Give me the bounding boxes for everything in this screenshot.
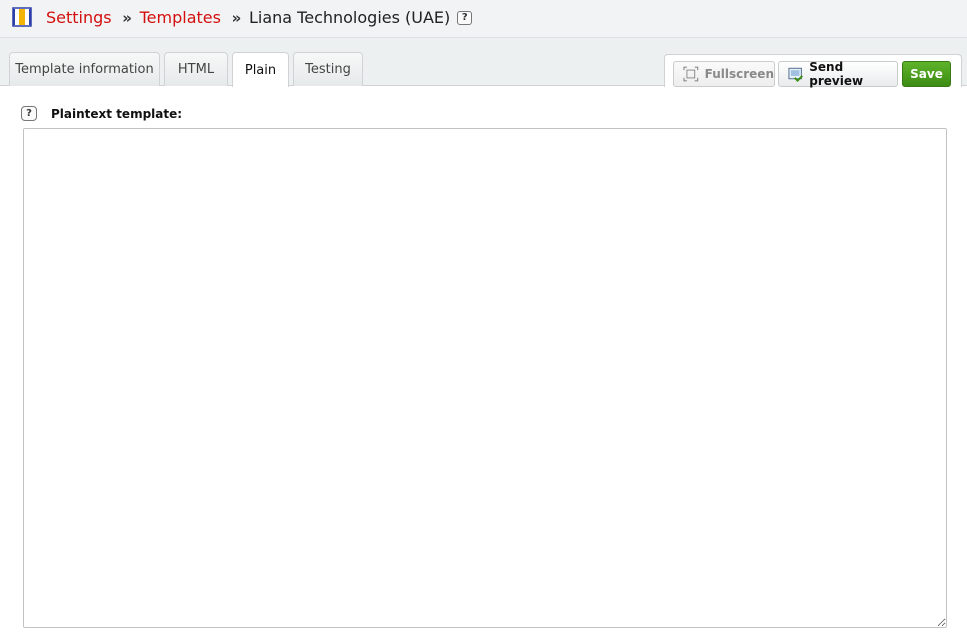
plaintext-field-label: ? Plaintext template: <box>21 106 182 121</box>
plaintext-label: Plaintext template: <box>51 106 183 121</box>
tab-bar: Template information HTML Plain Testing … <box>0 38 967 88</box>
tab-template-information[interactable]: Template information <box>9 52 160 86</box>
fullscreen-label: Fullscreen <box>704 67 774 81</box>
breadcrumb-templates-link[interactable]: Templates <box>140 7 221 29</box>
help-icon[interactable]: ? <box>21 106 37 121</box>
send-preview-icon <box>788 67 803 82</box>
tab-testing[interactable]: Testing <box>293 52 363 86</box>
help-icon[interactable]: ? <box>457 11 473 25</box>
templates-app-icon <box>12 7 32 27</box>
fullscreen-icon <box>683 66 699 82</box>
breadcrumb-settings-link[interactable]: Settings <box>46 7 112 29</box>
send-preview-label: Send preview <box>809 60 864 88</box>
top-header: Settings » Templates » Liana Technologie… <box>0 0 967 38</box>
save-button[interactable]: Save <box>902 61 951 87</box>
tab-html[interactable]: HTML <box>164 52 228 86</box>
fullscreen-button[interactable]: Fullscreen <box>673 61 775 87</box>
action-toolbar: Fullscreen Send preview Save <box>664 54 962 88</box>
page-title: Liana Technologies (UAE) <box>248 8 451 27</box>
breadcrumb: Settings » Templates » Liana Technologie… <box>46 7 473 29</box>
tab-plain[interactable]: Plain <box>232 52 289 87</box>
breadcrumb-separator: » <box>231 9 242 27</box>
breadcrumb-separator: » <box>122 9 132 27</box>
plaintext-template-editor[interactable] <box>23 128 947 628</box>
send-preview-button[interactable]: Send preview <box>778 60 898 88</box>
